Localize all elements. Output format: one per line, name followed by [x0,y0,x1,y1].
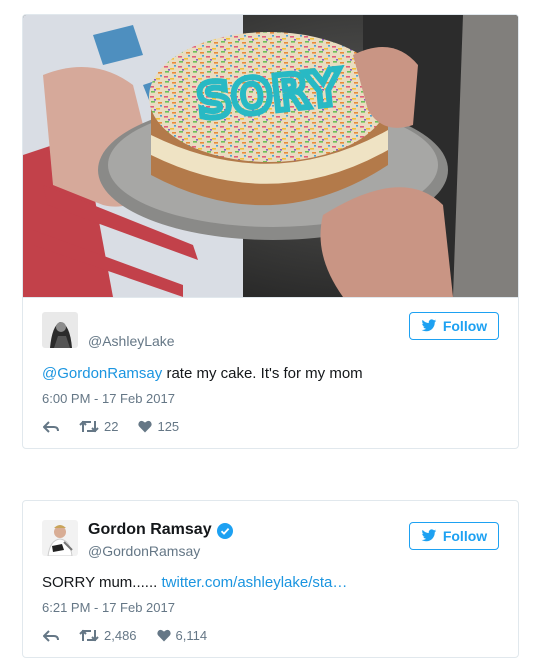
tweet-text: SORRY mum...... twitter.com/ashleylake/s… [42,574,347,591]
follow-label: Follow [442,318,488,334]
tweet-card-ashleylake[interactable]: SORY @AshleyLake Follow @GordonRamsay ra… [22,14,519,449]
like-button[interactable]: 6,114 [156,628,208,643]
tweet-link[interactable]: twitter.com/ashleylake/sta… [161,574,347,591]
follow-button[interactable]: Follow [409,522,499,550]
like-count: 6,114 [175,628,208,643]
reply-button[interactable] [43,629,59,642]
like-button[interactable]: 125 [138,419,179,434]
tweet-timestamp[interactable]: 6:21 PM - 17 Feb 2017 [42,600,175,615]
cake-photo-image: SORY [23,15,518,297]
user-handle[interactable]: @GordonRamsay [88,543,200,559]
retweet-icon [79,629,99,642]
user-display-name[interactable]: Gordon Ramsay [88,521,212,539]
avatar-gordonramsay[interactable] [42,520,78,556]
retweet-button[interactable]: 22 [79,419,118,434]
avatar-ashleylake[interactable] [42,312,78,348]
follow-label: Follow [442,528,488,544]
tweet-timestamp[interactable]: 6:00 PM - 17 Feb 2017 [42,391,175,406]
reply-icon [43,629,59,642]
verified-badge-icon [217,523,233,539]
heart-icon [156,629,171,642]
retweet-icon [79,420,99,433]
bird-icon [421,319,437,332]
heart-icon [138,420,153,433]
like-count: 125 [157,419,180,434]
user-handle[interactable]: @AshleyLake [88,333,175,349]
tweet-actions: 2,486 6,114 [43,628,227,643]
mention-link[interactable]: @GordonRamsay [42,365,162,382]
follow-button[interactable]: Follow [409,312,499,340]
tweet-body: rate my cake. It's for my mom [162,365,363,382]
tweet-body: SORRY mum...... [42,574,162,591]
tweet-card-gordonramsay[interactable]: Gordon Ramsay @GordonRamsay Follow SORRY… [22,500,519,658]
reply-icon [43,420,59,433]
tweet-text: @GordonRamsay rate my cake. It's for my … [42,365,363,382]
reply-button[interactable] [43,420,59,433]
retweet-count: 2,486 [104,628,137,643]
retweet-button[interactable]: 2,486 [79,628,137,643]
bird-icon [421,529,437,542]
retweet-count: 22 [104,419,119,434]
tweet-actions: 22 125 [43,419,199,434]
tweet-media-photo[interactable]: SORY [23,15,518,298]
